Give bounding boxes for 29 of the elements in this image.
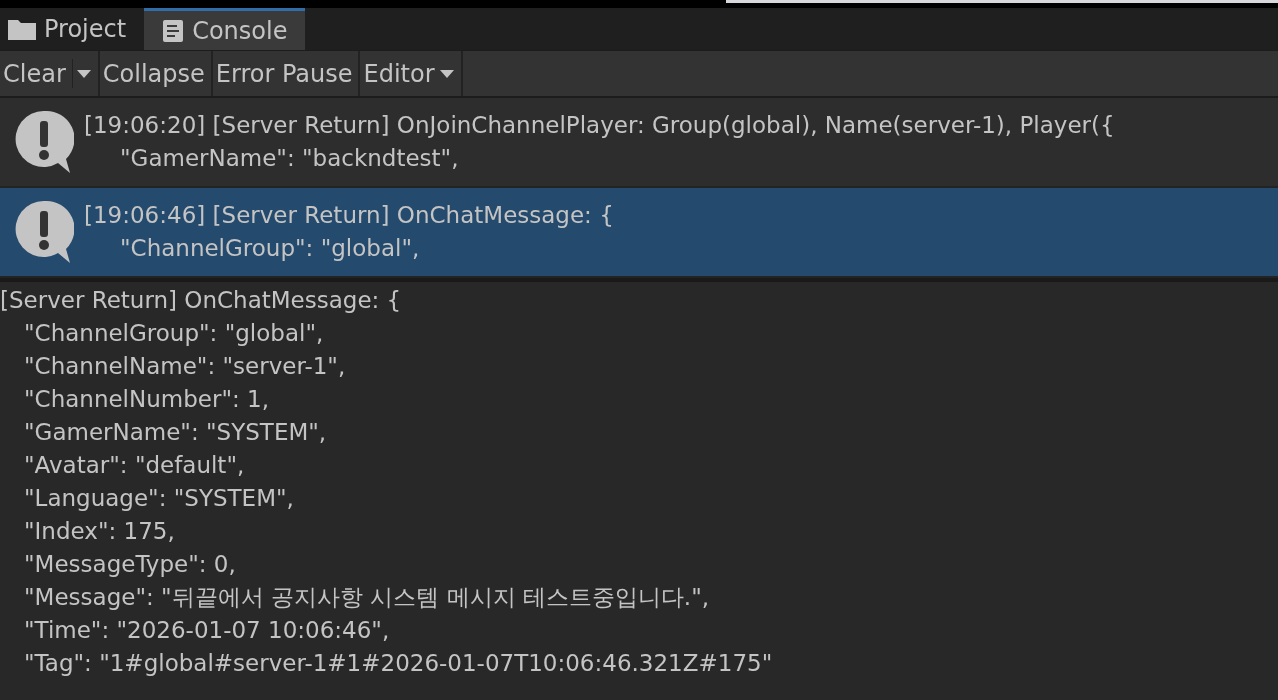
detail-text: "Avatar": "default",	[23, 451, 246, 480]
clear-button[interactable]: Clear	[0, 51, 72, 96]
dropdown-button[interactable]: Editor	[360, 51, 461, 96]
toolbar-button[interactable]: Collapse	[99, 51, 211, 96]
log-entry[interactable]: [19:06:20] [Server Return] OnJoinChannelPlayer: Group(global), Name(server-1), Player({ "GamerName": "backndtest",	[0, 98, 1278, 188]
detail-text: "ChannelName": "server-1",	[23, 352, 347, 381]
detail-text: "GamerName": "SYSTEM",	[23, 418, 328, 447]
detail-text: "Language": "SYSTEM",	[23, 484, 295, 513]
detail-text: "MessageType": 0,	[23, 550, 237, 579]
toolbar-button[interactable]: Error Pause	[212, 51, 359, 96]
tab[interactable]: Console	[144, 8, 306, 50]
detail-text: "ChannelGroup": "global",	[23, 319, 325, 348]
warning-icon	[14, 109, 74, 175]
console-icon	[162, 18, 185, 43]
log-text: [19:06:46] [Server Return] OnChatMessage: {	[84, 201, 614, 230]
log-entry[interactable]: [19:06:46] [Server Return] OnChatMessage: { "ChannelGroup": "global",	[0, 188, 1278, 278]
detail-text: "Time": "2026-01-07 10:06:46",	[23, 616, 391, 645]
log-text: [19:06:20] [Server Return] OnJoinChannelPlayer: Group(global), Name(server-1), Player({	[84, 111, 1115, 140]
log-text: "GamerName": "backndtest",	[119, 144, 460, 173]
warning-icon	[14, 199, 74, 265]
folder-icon	[8, 18, 36, 40]
caret-icon	[438, 68, 455, 79]
detail-text: "Tag": "1#global#server-1#1#2026-01-07T10:06:46.321Z#175"	[23, 649, 774, 678]
detail-text: "Message": "뒤끝에서 공지사항 시스템 메시지 테스트중입니다.",	[23, 583, 711, 612]
detail-text: "Index": 175,	[23, 517, 176, 546]
log-text: "ChannelGroup": "global",	[119, 234, 421, 263]
caret-icon	[75, 68, 92, 79]
detail-text: [Server Return] OnChatMessage: {	[0, 286, 403, 315]
detail-text: "ChannelNumber": 1,	[23, 385, 270, 414]
